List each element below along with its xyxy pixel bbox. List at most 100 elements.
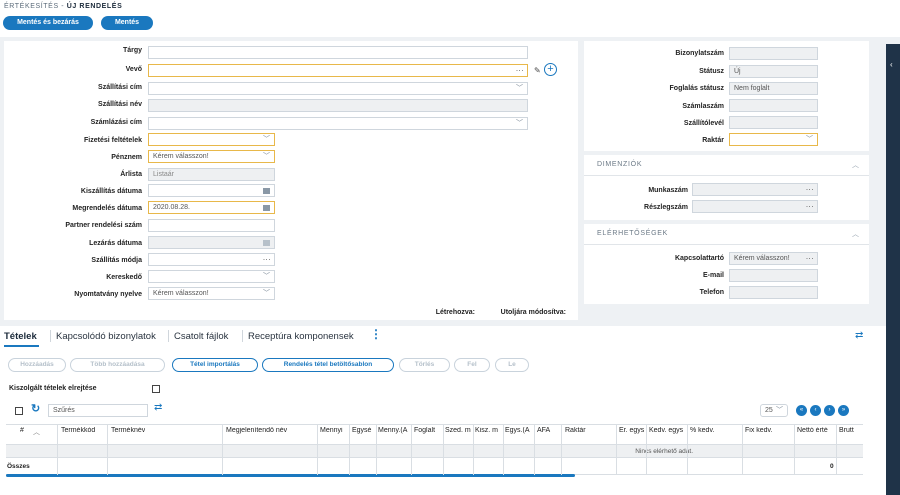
delivery-note-input[interactable]: [729, 116, 818, 129]
email-input[interactable]: [729, 269, 818, 282]
subject-input[interactable]: [148, 46, 528, 59]
column-header[interactable]: Egys.(A: [505, 427, 533, 434]
document-number-input[interactable]: [729, 47, 818, 60]
department-number-input[interactable]: ...: [692, 200, 818, 213]
previous-page-icon[interactable]: ‹: [810, 405, 821, 416]
closing-date-input[interactable]: [148, 236, 275, 249]
tab-separator: [168, 330, 169, 342]
column-header[interactable]: #: [20, 427, 24, 434]
load-template-button[interactable]: Rendelés tétel betöltősablon: [262, 358, 394, 372]
column-divider: [107, 425, 108, 475]
save-button[interactable]: Mentés: [101, 16, 153, 30]
tab-items[interactable]: Tételek: [4, 331, 37, 342]
column-header[interactable]: Kisz. m: [475, 427, 503, 434]
column-header[interactable]: Megjelenítendő név: [226, 427, 287, 434]
delete-button[interactable]: Törlés: [399, 358, 450, 372]
billing-address-label: Számlázási cím: [90, 119, 142, 126]
chevron-down-icon: ﹀: [806, 136, 813, 143]
status-input[interactable]: Új: [729, 65, 818, 78]
shipping-name-input[interactable]: [148, 99, 528, 112]
collapse-icon[interactable]: ︿: [852, 160, 859, 170]
edit-icon[interactable]: ✎: [534, 66, 541, 75]
column-header[interactable]: Raktár: [565, 427, 613, 434]
column-header[interactable]: Egysé: [352, 427, 376, 434]
column-header[interactable]: Szed. m: [445, 427, 473, 434]
refresh-icon[interactable]: ↻: [31, 402, 40, 415]
add-multiple-button[interactable]: Több hozzáadása: [70, 358, 165, 372]
chevron-down-icon: ﹀: [263, 290, 270, 297]
billing-address-select[interactable]: ﹀: [148, 117, 528, 130]
tab-separator: [50, 330, 51, 342]
add-customer-icon[interactable]: +: [544, 63, 557, 76]
order-date-label: Megrendelés dátuma: [72, 205, 142, 212]
tab-attached-files[interactable]: Csatolt fájlok: [174, 331, 228, 342]
chevron-left-icon[interactable]: ‹: [890, 60, 893, 69]
dimensions-panel: DIMENZIÓK ︿ Munkaszám ... Részlegszám ..…: [584, 155, 869, 220]
reservation-status-input[interactable]: Nem foglalt: [729, 82, 818, 95]
filter-input[interactable]: Szűrés: [48, 404, 148, 417]
column-header[interactable]: Terméknév: [111, 427, 145, 434]
print-language-select[interactable]: Kérem válasszon! ﹀: [148, 287, 275, 300]
more-icon: ...: [262, 253, 271, 262]
right-sidebar[interactable]: ‹: [886, 44, 900, 495]
currency-select[interactable]: Kérem válasszon! ﹀: [148, 150, 275, 163]
move-down-button[interactable]: Le: [495, 358, 529, 372]
collapse-icon[interactable]: ︿: [852, 229, 859, 239]
more-tabs-icon[interactable]: ⋮: [370, 328, 382, 340]
add-button[interactable]: Hozzáadás: [8, 358, 66, 372]
save-and-close-button[interactable]: Mentés és bezárás: [3, 16, 93, 30]
column-header[interactable]: Menny.(A: [378, 427, 410, 434]
divider: [584, 244, 869, 245]
sort-icon[interactable]: ︿: [33, 427, 40, 437]
order-date-input[interactable]: 2020.08.28.: [148, 201, 275, 214]
column-header[interactable]: Nettó érté: [797, 427, 835, 434]
swap-icon[interactable]: ⇄: [855, 330, 863, 341]
column-header[interactable]: Er. egys: [619, 427, 646, 434]
more-icon: ...: [805, 252, 814, 261]
tab-related-documents[interactable]: Kapcsolódó bizonylatok: [56, 331, 156, 342]
first-page-icon[interactable]: «: [796, 405, 807, 416]
department-number-label: Részlegszám: [644, 204, 688, 211]
shipping-method-input[interactable]: ...: [148, 253, 275, 266]
calendar-icon[interactable]: [263, 188, 270, 194]
phone-label: Telefon: [699, 289, 724, 296]
print-language-label: Nyomtatvány nyelve: [74, 291, 142, 298]
column-header[interactable]: Foglalt: [414, 427, 442, 434]
import-items-button[interactable]: Tétel importálás: [172, 358, 258, 372]
column-header[interactable]: Kedv. egys: [649, 427, 687, 434]
shipping-address-select[interactable]: ﹀: [148, 82, 528, 95]
warehouse-select[interactable]: ﹀: [729, 133, 818, 146]
partner-order-number-input[interactable]: [148, 219, 275, 232]
column-header[interactable]: Termékkód: [61, 427, 95, 434]
price-list-input[interactable]: Listaár: [148, 168, 275, 181]
payment-terms-select[interactable]: ﹀: [148, 133, 275, 146]
hide-delivered-checkbox[interactable]: [152, 385, 160, 393]
calendar-icon[interactable]: [263, 205, 270, 211]
column-header[interactable]: Brutt: [839, 427, 863, 434]
column-header[interactable]: Mennyi: [320, 427, 348, 434]
job-number-input[interactable]: ...: [692, 183, 818, 196]
contact-person-label: Kapcsolattartó: [674, 255, 724, 262]
next-page-icon[interactable]: ›: [824, 405, 835, 416]
delivery-date-input[interactable]: [148, 184, 275, 197]
horizontal-scrollbar[interactable]: [6, 474, 575, 477]
column-divider: [57, 425, 58, 475]
column-header[interactable]: % kedv.: [690, 427, 740, 434]
move-up-button[interactable]: Fel: [454, 358, 490, 372]
column-header[interactable]: Fix kedv.: [745, 427, 793, 434]
invoice-number-input[interactable]: [729, 99, 818, 112]
page-size-select[interactable]: 25 ﹀: [760, 404, 788, 417]
customer-input[interactable]: ...: [148, 64, 528, 77]
hide-delivered-label: Kiszolgált tételek elrejtése: [9, 385, 97, 392]
column-divider: [646, 425, 647, 475]
tab-recipe-components[interactable]: Receptúra komponensek: [248, 331, 354, 342]
column-header[interactable]: ÁFA: [537, 427, 557, 434]
select-all-checkbox[interactable]: [15, 407, 23, 415]
last-page-icon[interactable]: »: [838, 405, 849, 416]
contact-person-input[interactable]: Kérem válasszon!...: [729, 252, 818, 265]
swap-icon[interactable]: ⇄: [154, 402, 162, 413]
chevron-down-icon: ﹀: [263, 153, 270, 160]
salesperson-select[interactable]: ﹀: [148, 270, 275, 283]
phone-input[interactable]: [729, 286, 818, 299]
total-label: Összes: [7, 463, 30, 470]
